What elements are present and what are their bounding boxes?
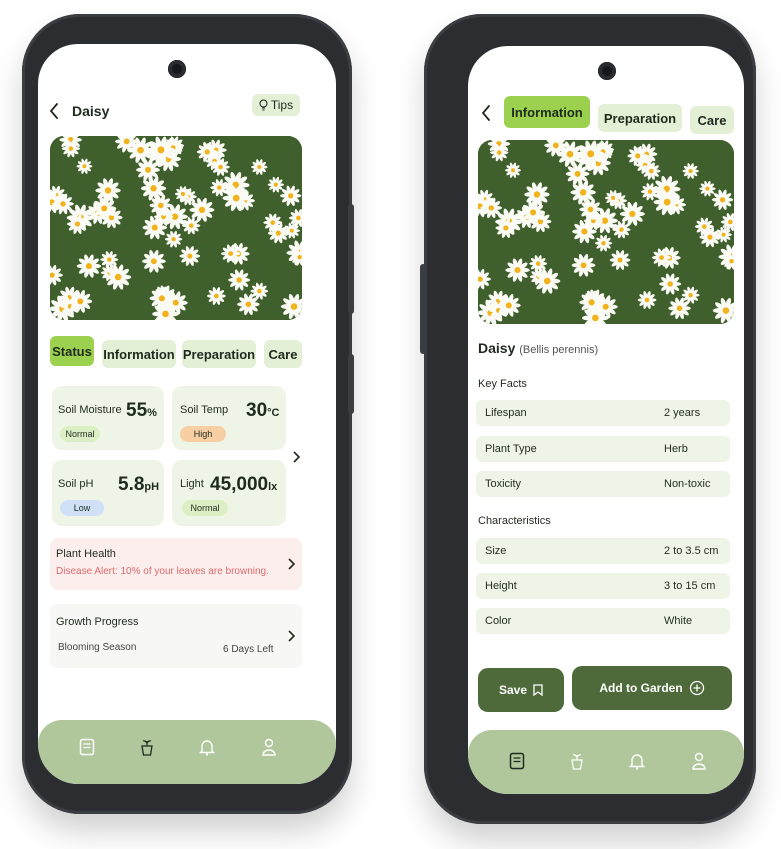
growth-title: Growth Progress [56, 616, 139, 628]
soil-temp-card[interactable]: Soil Temp 30°C High [172, 386, 286, 450]
status-badge: High [180, 426, 226, 442]
card-value: 30°C [246, 400, 280, 421]
fact-row-toxicity: Toxicity Non-toxic [476, 471, 730, 497]
plant-photo [478, 140, 734, 324]
tab-information[interactable]: Information [504, 96, 590, 128]
bookmark-icon [533, 684, 543, 696]
scientific-name: (Bellis perennis) [519, 344, 599, 356]
char-row-height: Height 3 to 15 cm [476, 573, 730, 599]
front-camera [598, 62, 616, 80]
volume-button [348, 204, 354, 314]
tab-care[interactable]: Care [690, 106, 734, 134]
chevron-right-icon [288, 630, 295, 642]
bottom-nav [38, 720, 336, 784]
book-icon[interactable] [76, 736, 98, 758]
card-value: 45,000lx [210, 474, 278, 495]
plant-health-title: Plant Health [56, 548, 116, 560]
add-to-garden-label: Add to Garden [599, 681, 683, 695]
profile-icon[interactable] [688, 750, 710, 772]
page-title: Daisy [72, 103, 110, 119]
tab-status[interactable]: Status [50, 336, 94, 366]
days-left: 6 Days Left [223, 644, 274, 655]
right-phone: Information Preparation Care Daisy (Bell… [420, 14, 756, 824]
char-row-size: Size 2 to 3.5 cm [476, 538, 730, 564]
left-phone: Daisy Tips Status Information Preparatio… [22, 14, 354, 814]
tab-information[interactable]: Information [102, 340, 176, 368]
growth-progress-card[interactable]: Growth Progress Blooming Season 6 Days L… [50, 604, 302, 668]
front-camera [168, 60, 186, 78]
profile-icon[interactable] [258, 736, 280, 758]
plant-health-card[interactable]: Plant Health Disease Alert: 10% of your … [50, 538, 302, 590]
bottom-nav [468, 730, 744, 794]
status-badge: Low [60, 500, 104, 516]
plant-pot-icon[interactable] [566, 750, 588, 772]
growth-stage: Blooming Season [58, 642, 137, 653]
save-label: Save [498, 683, 528, 697]
key-facts-heading: Key Facts [478, 378, 527, 390]
tab-preparation[interactable]: Preparation [598, 104, 682, 132]
card-label: Light [180, 478, 204, 490]
side-button [420, 264, 426, 354]
save-button[interactable]: Save [478, 668, 564, 712]
back-arrow-icon[interactable] [46, 102, 62, 120]
characteristics-heading: Characteristics [478, 515, 551, 527]
tab-preparation[interactable]: Preparation [182, 340, 256, 368]
book-icon[interactable] [506, 750, 528, 772]
tab-care[interactable]: Care [264, 340, 302, 368]
back-arrow-icon[interactable] [478, 104, 494, 122]
card-value: 5.8pH [118, 474, 160, 495]
soil-moisture-card[interactable]: Soil Moisture 55% Normal [52, 386, 164, 450]
chevron-right-icon[interactable] [290, 450, 302, 464]
tips-button[interactable]: Tips [252, 94, 300, 116]
power-button [348, 354, 354, 414]
plant-name: Daisy (Bellis perennis) [478, 340, 599, 356]
char-row-color: Color White [476, 608, 730, 634]
add-to-garden-button[interactable]: Add to Garden [572, 666, 732, 710]
light-card[interactable]: Light 45,000lx Normal [172, 460, 286, 526]
plant-pot-icon[interactable] [136, 736, 158, 758]
bell-icon[interactable] [196, 736, 218, 758]
plant-photo [50, 136, 302, 320]
bell-icon[interactable] [626, 750, 648, 772]
soil-ph-card[interactable]: Soil pH 5.8pH Low [52, 460, 164, 526]
status-badge: Normal [182, 500, 228, 516]
fact-row-lifespan: Lifespan 2 years [476, 400, 730, 426]
tips-label: Tips [270, 98, 294, 112]
disease-alert-text: Disease Alert: 10% of your leaves are br… [56, 566, 269, 577]
chevron-right-icon [288, 558, 295, 570]
right-screen: Information Preparation Care Daisy (Bell… [468, 46, 744, 794]
fact-row-plant-type: Plant Type Herb [476, 436, 730, 462]
left-screen: Daisy Tips Status Information Preparatio… [38, 44, 336, 784]
card-label: Soil Temp [180, 404, 229, 416]
card-label: Soil pH [58, 478, 94, 490]
card-value: 55% [126, 400, 157, 421]
plus-circle-icon [689, 680, 705, 696]
lightbulb-icon [259, 99, 268, 111]
status-badge: Normal [60, 426, 100, 442]
card-label: Soil Moisture [58, 404, 122, 416]
